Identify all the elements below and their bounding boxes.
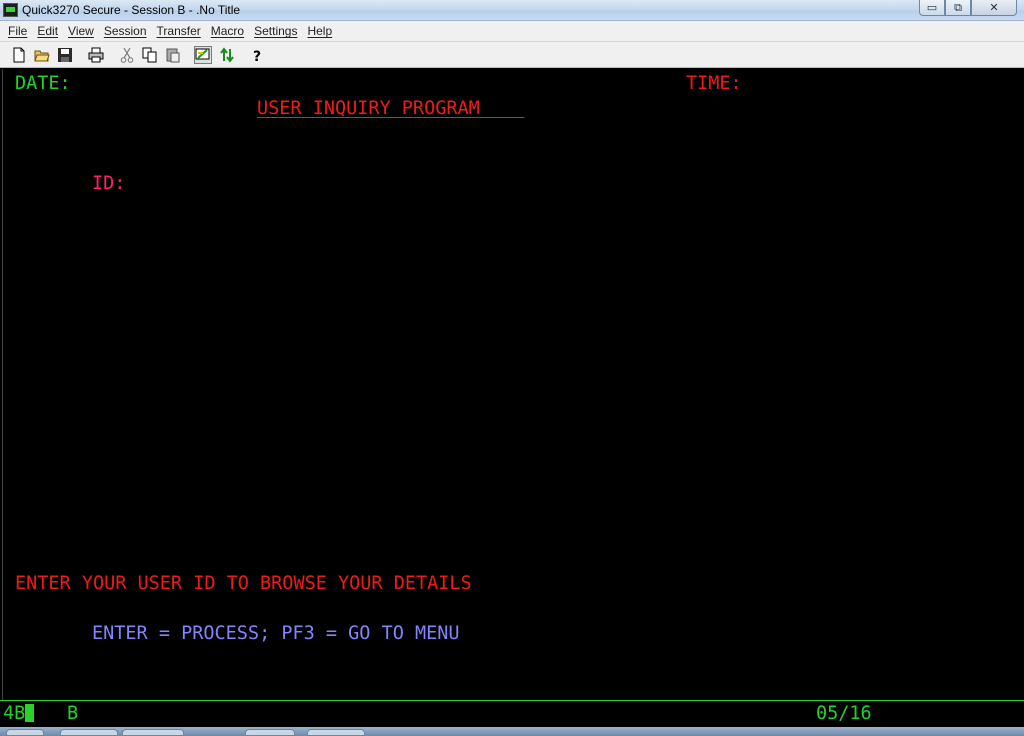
menu-settings[interactable]: Settings bbox=[249, 24, 302, 38]
date-label: DATE: bbox=[15, 73, 71, 94]
help-icon[interactable]: ? bbox=[248, 46, 266, 64]
close-icon: ✕ bbox=[989, 1, 999, 14]
taskbar-item[interactable] bbox=[60, 729, 118, 736]
connect-icon[interactable] bbox=[194, 46, 212, 64]
new-document-icon[interactable] bbox=[10, 46, 28, 64]
close-button[interactable]: ✕ bbox=[971, 0, 1017, 16]
cursor-position: 05/16 bbox=[816, 703, 872, 724]
menu-transfer[interactable]: Transfer bbox=[152, 24, 206, 38]
taskbar-item[interactable] bbox=[245, 729, 295, 736]
menu-macro[interactable]: Macro bbox=[206, 24, 249, 38]
taskbar bbox=[0, 727, 1024, 736]
menu-help[interactable]: Help bbox=[302, 24, 337, 38]
restore-button[interactable]: ⧉ bbox=[945, 0, 971, 16]
cut-icon[interactable] bbox=[118, 46, 136, 64]
id-input-field[interactable] bbox=[139, 173, 359, 195]
copy-icon[interactable] bbox=[141, 46, 159, 64]
terminal-screen[interactable]: DATE: TIME: USER INQUIRY PROGRAM ID: ENT… bbox=[2, 69, 1022, 700]
svg-text:?: ? bbox=[253, 49, 261, 63]
restore-icon: ⧉ bbox=[954, 0, 962, 14]
time-label: TIME: bbox=[686, 73, 742, 94]
session-id: B bbox=[67, 703, 79, 724]
start-button[interactable] bbox=[6, 729, 44, 736]
save-icon[interactable] bbox=[56, 46, 74, 64]
transfer-arrows-icon[interactable] bbox=[218, 46, 236, 64]
title-bar: Quick3270 Secure - Session B - .No Title… bbox=[0, 0, 1024, 21]
menu-session[interactable]: Session bbox=[99, 24, 152, 38]
menu-edit[interactable]: Edit bbox=[32, 24, 63, 38]
app-terminal-icon bbox=[3, 3, 18, 17]
open-folder-icon[interactable] bbox=[33, 46, 51, 64]
print-icon[interactable] bbox=[87, 46, 105, 64]
session-code: 4B bbox=[3, 703, 26, 724]
id-label: ID: bbox=[92, 173, 126, 194]
toolbar: ? bbox=[0, 42, 1024, 68]
function-keys-hint: ENTER = PROCESS; PF3 = GO TO MENU bbox=[92, 623, 460, 644]
taskbar-item[interactable] bbox=[122, 729, 184, 736]
menu-view[interactable]: View bbox=[63, 24, 99, 38]
status-line: 4B B 05/16 bbox=[0, 700, 1024, 727]
message-line: ENTER YOUR USER ID TO BROWSE YOUR DETAIL… bbox=[15, 573, 472, 594]
paste-icon[interactable] bbox=[164, 46, 182, 64]
menu-file[interactable]: File bbox=[3, 24, 32, 38]
keyboard-cursor-indicator bbox=[25, 704, 34, 722]
menu-bar: File Edit View Session Transfer Macro Se… bbox=[0, 21, 1024, 42]
program-title: USER INQUIRY PROGRAM bbox=[257, 98, 525, 119]
window-title: Quick3270 Secure - Session B - .No Title bbox=[22, 3, 241, 17]
minimize-icon: ▭ bbox=[926, 1, 938, 14]
minimize-button[interactable]: ▭ bbox=[919, 0, 945, 16]
taskbar-item[interactable] bbox=[307, 729, 365, 736]
